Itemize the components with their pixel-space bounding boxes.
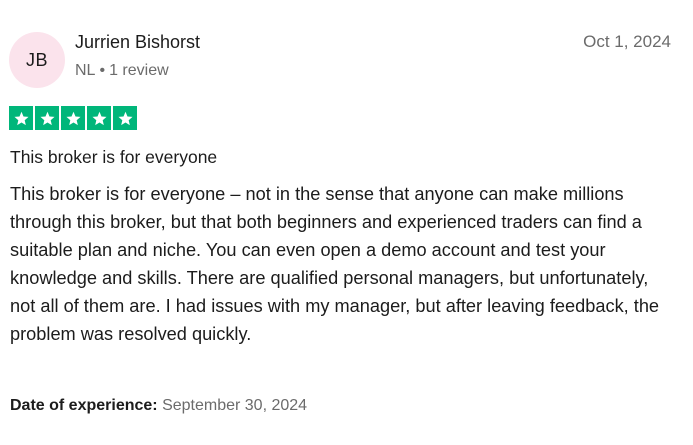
date-of-experience: Date of experience: September 30, 2024 (10, 397, 307, 415)
star-icon (35, 106, 59, 130)
review-card: JB Jurrien Bishorst NL • 1 review Oct 1, 2… (0, 0, 693, 445)
experience-date: September 30, 2024 (162, 397, 308, 414)
meta-separator: • (99, 62, 106, 79)
avatar-initials: JB (25, 49, 48, 70)
star-rating (9, 106, 137, 130)
review-date: Oct 1, 2024 (583, 32, 671, 51)
review-body: This broker is for everyone – not in the… (10, 184, 660, 344)
reviewer-meta: NL • 1 review (75, 62, 169, 80)
star-icon (9, 106, 33, 130)
reviewer-review-count: 1 review (109, 62, 169, 79)
review-title[interactable]: This broker is for everyone (10, 147, 217, 168)
avatar[interactable]: JB (9, 32, 65, 88)
experience-label: Date of experience: (10, 397, 158, 414)
star-icon (61, 106, 85, 130)
star-icon (87, 106, 111, 130)
star-icon (113, 106, 137, 130)
reviewer-country: NL (75, 62, 96, 79)
reviewer-name[interactable]: Jurrien Bishorst (75, 32, 200, 53)
